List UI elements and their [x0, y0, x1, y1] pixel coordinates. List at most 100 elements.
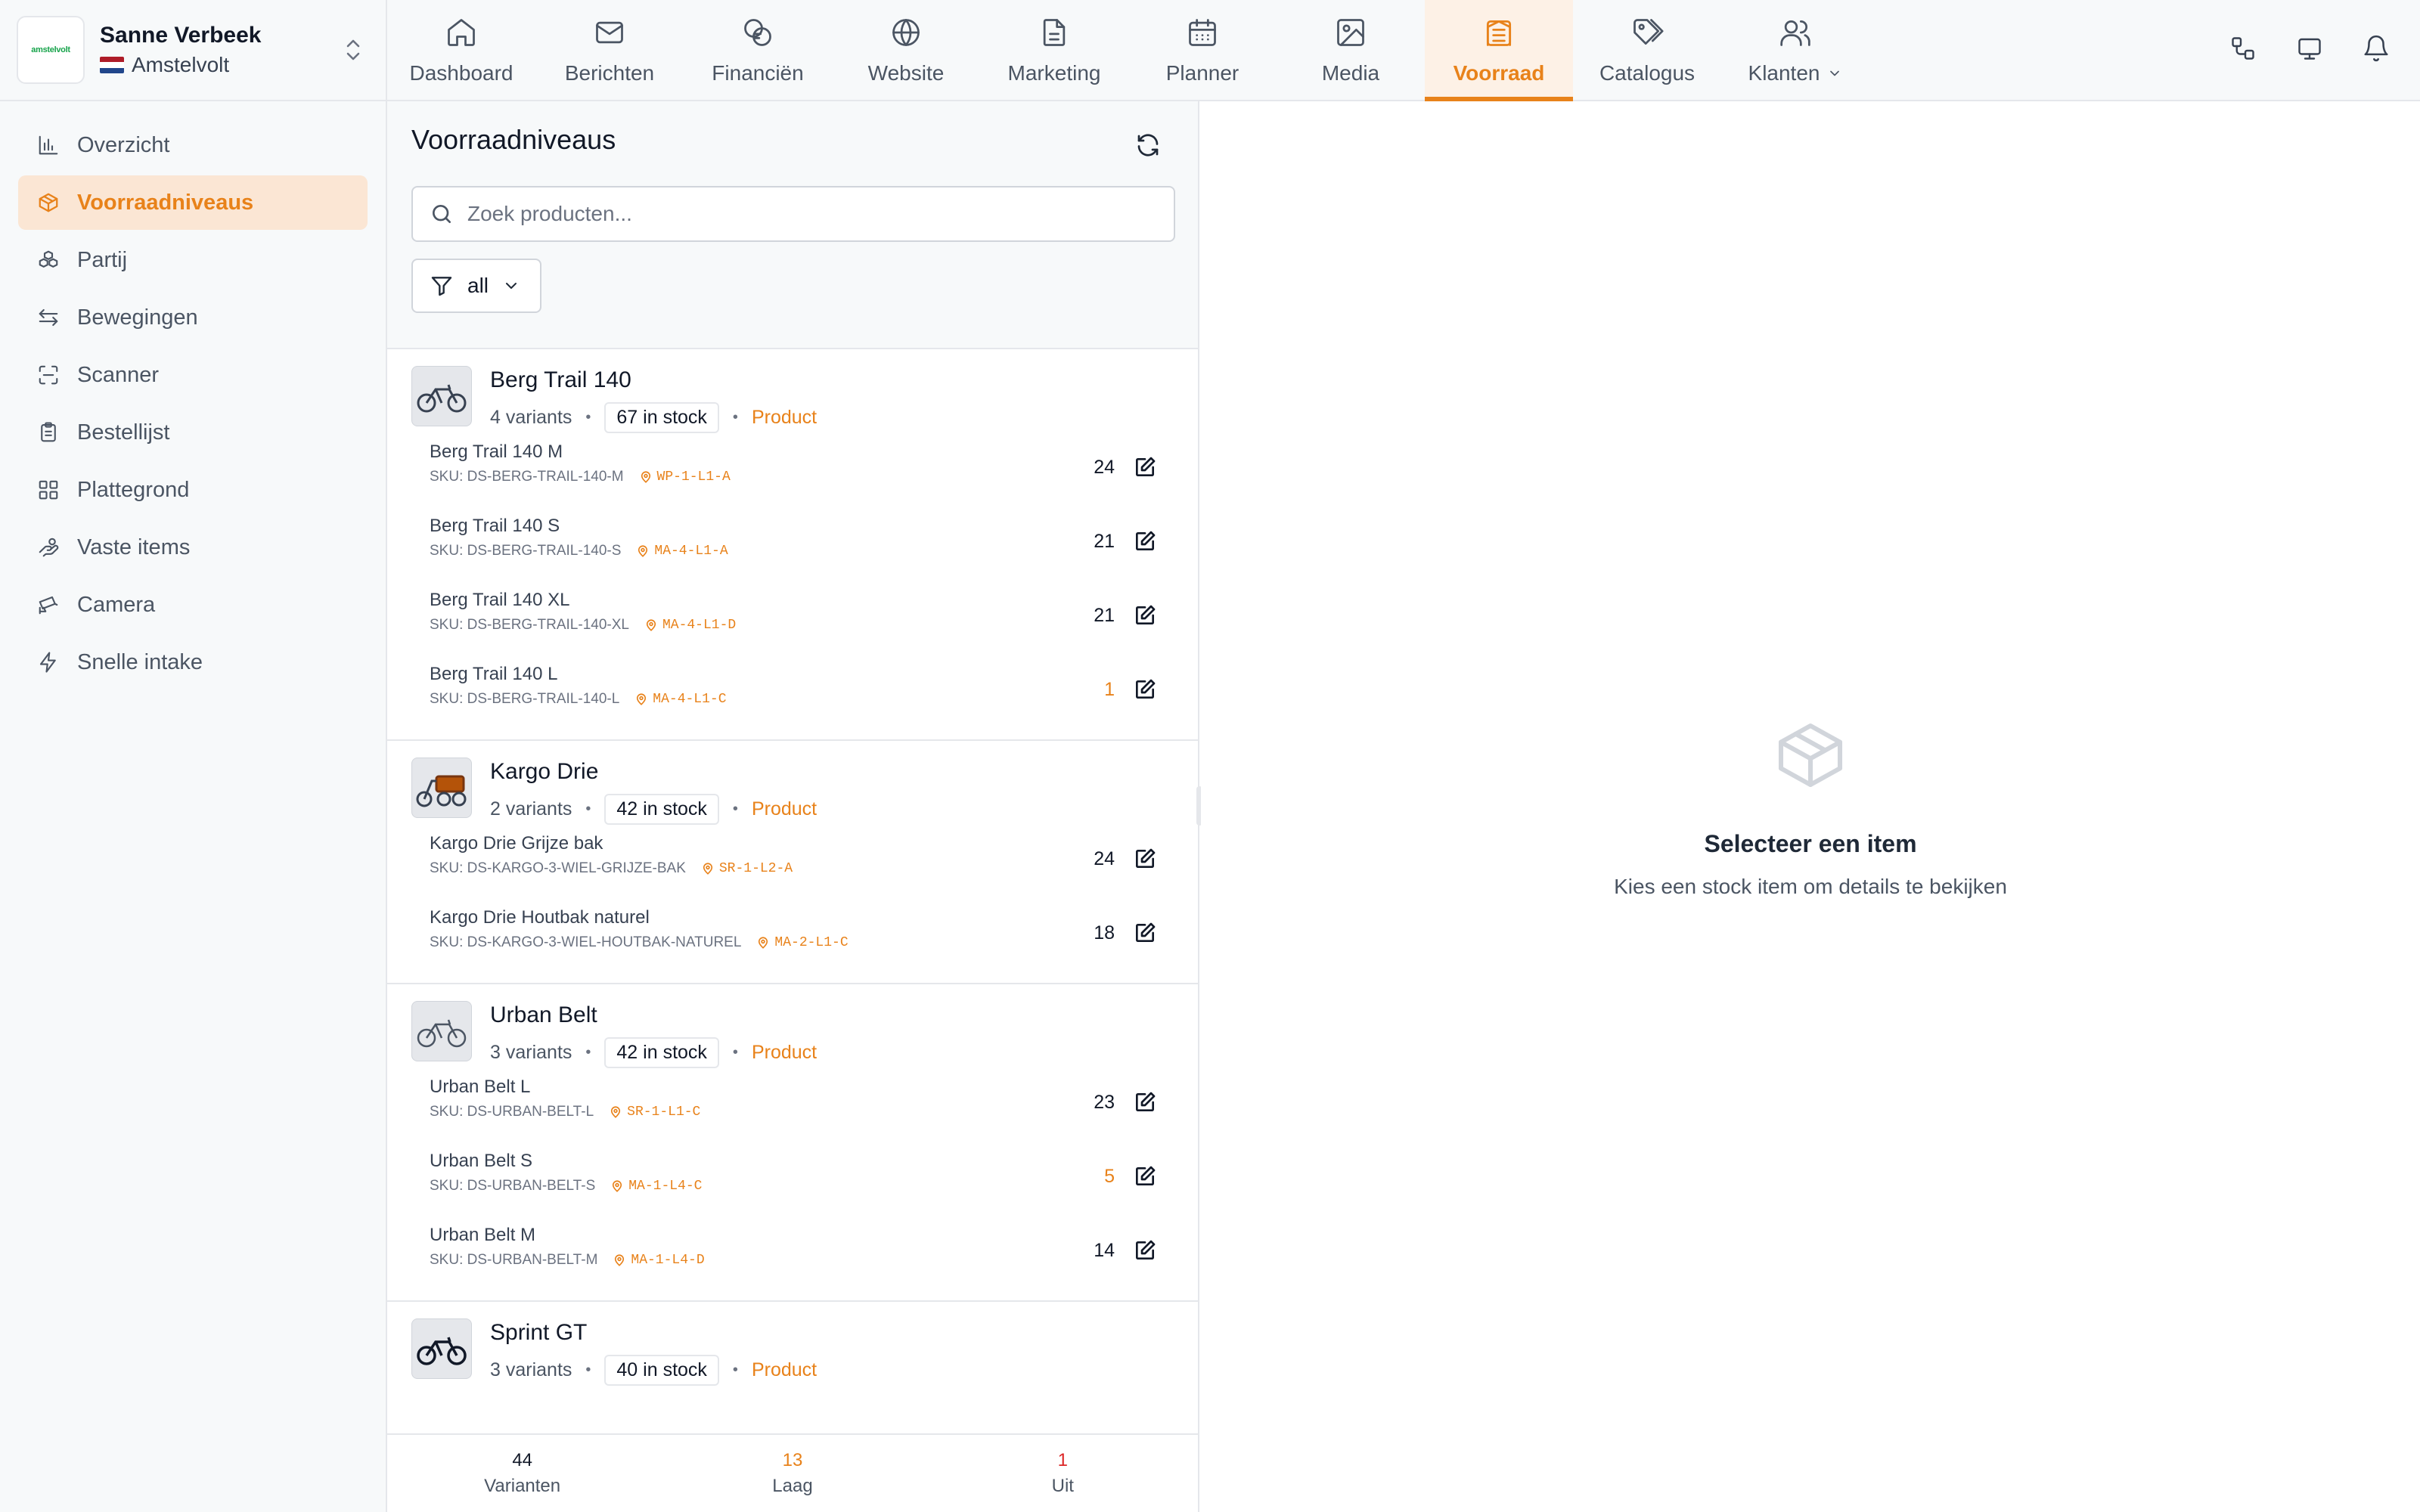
location-tag: MA-1-L4-D: [613, 1253, 705, 1268]
variant-row[interactable]: Berg Trail 140 M SKU: DS-BERG-TRAIL-140-…: [387, 429, 1199, 503]
company-logo: amstelvolt: [17, 16, 85, 84]
sidebar-item-snelle-intake[interactable]: Snelle intake: [18, 635, 368, 689]
search-input[interactable]: [467, 202, 1148, 226]
refresh-icon[interactable]: [1131, 129, 1165, 162]
tab-marketing[interactable]: Marketing: [980, 0, 1128, 100]
clipboard-icon: [36, 421, 60, 444]
sidebar-item-overzicht[interactable]: Overzicht: [18, 118, 368, 172]
chevrons-up-down-icon[interactable]: [343, 36, 363, 64]
location-tag: MA-2-L1-C: [756, 935, 849, 950]
mail-icon: [593, 14, 626, 51]
edit-icon[interactable]: [1130, 1235, 1160, 1266]
tab-label: Planner: [1165, 61, 1239, 85]
sidebar-item-bewegingen[interactable]: Bewegingen: [18, 290, 368, 345]
product-meta: 3 variants • 40 in stock • Product: [490, 1355, 817, 1386]
sidebar-item-plattegrond[interactable]: Plattegrond: [18, 463, 368, 517]
tab-dashboard[interactable]: Dashboard: [387, 0, 535, 100]
warehouse-icon: [1482, 14, 1516, 51]
variant-name: Berg Trail 140 XL: [430, 590, 570, 610]
tab-label: Financiën: [712, 61, 804, 85]
top-bar: amstelvolt Sanne Verbeek Amstelvolt Dash…: [0, 0, 2420, 101]
sidebar-item-bestellijst[interactable]: Bestellijst: [18, 405, 368, 460]
product-group: Sprint GT 3 variants • 40 in stock • Pro…: [387, 1302, 1199, 1396]
tab-planner[interactable]: Planner: [1128, 0, 1277, 100]
variant-quantity-low: 1: [1104, 679, 1115, 700]
product-header[interactable]: Berg Trail 140 4 variants • 67 in stock …: [387, 366, 1199, 433]
edit-icon[interactable]: [1130, 1087, 1160, 1117]
variant-row[interactable]: Berg Trail 140 L SKU: DS-BERG-TRAIL-140-…: [387, 652, 1199, 726]
sidebar-item-partij[interactable]: Partij: [18, 233, 368, 287]
variant-quantity: 18: [1094, 922, 1115, 943]
variant-quantity: 24: [1094, 848, 1115, 869]
account-switcher[interactable]: amstelvolt Sanne Verbeek Amstelvolt: [0, 0, 387, 100]
product-header[interactable]: Urban Belt 3 variants • 42 in stock • Pr…: [387, 1001, 1199, 1068]
hand-coins-icon: [36, 536, 60, 559]
monitor-icon[interactable]: [2293, 32, 2326, 65]
filter-dropdown[interactable]: all: [411, 259, 541, 313]
tab-catalogus[interactable]: Catalogus: [1573, 0, 1721, 100]
tab-berichten[interactable]: Berichten: [535, 0, 684, 100]
sidebar-item-voorraadniveaus[interactable]: Voorraadniveaus: [18, 175, 368, 230]
product-type: Product: [751, 1359, 818, 1380]
tab-website[interactable]: Website: [832, 0, 980, 100]
product-name: Urban Belt: [490, 1002, 597, 1027]
variant-row[interactable]: Kargo Drie Grijze bak SKU: DS-KARGO-3-WI…: [387, 821, 1199, 895]
variant-row[interactable]: Berg Trail 140 S SKU: DS-BERG-TRAIL-140-…: [387, 503, 1199, 578]
globe-icon: [889, 14, 923, 51]
product-name: Sprint GT: [490, 1320, 588, 1345]
tab-label: Catalogus: [1599, 61, 1696, 85]
image-icon: [1334, 14, 1367, 51]
location-code: MA-1-L4-C: [628, 1179, 703, 1194]
variant-row[interactable]: Urban Belt L SKU: DS-URBAN-BELT-L SR-1-L1…: [387, 1064, 1199, 1139]
empty-state-title: Selecteer een item: [1704, 830, 1917, 857]
variant-row[interactable]: Urban Belt M SKU: DS-URBAN-BELT-M MA-1-L4…: [387, 1213, 1199, 1287]
bell-icon[interactable]: [2360, 32, 2393, 65]
location-code: SR-1-L2-A: [718, 861, 793, 876]
tab-voorraad[interactable]: Voorraad: [1425, 0, 1573, 101]
tab-label: Voorraad: [1453, 61, 1545, 85]
summary-label: Uit: [1051, 1476, 1074, 1496]
sidebar-item-scanner[interactable]: Scanner: [18, 348, 368, 402]
tab-label: Berichten: [564, 61, 655, 85]
edit-icon[interactable]: [1130, 844, 1160, 874]
location-tag: SR-1-L1-C: [609, 1105, 700, 1120]
sidebar-item-vaste-items[interactable]: Vaste items: [18, 520, 368, 575]
edit-icon[interactable]: [1130, 600, 1160, 631]
box-icon: [36, 191, 60, 214]
tab-label: Dashboard: [409, 61, 513, 85]
edit-icon[interactable]: [1130, 452, 1160, 482]
map-pin-icon: [641, 471, 650, 483]
variant-row[interactable]: Urban Belt S SKU: DS-URBAN-BELT-S MA-1-L4…: [387, 1139, 1199, 1213]
zap-icon: [36, 651, 60, 674]
tab-klanten[interactable]: Klanten: [1721, 0, 1869, 100]
sidebar-item-camera[interactable]: Camera: [18, 578, 368, 632]
variant-meta: SKU: DS-BERG-TRAIL-140-L MA-4-L1-C: [430, 691, 1199, 708]
edit-icon[interactable]: [1130, 674, 1160, 705]
account-info: Sanne Verbeek Amstelvolt: [100, 23, 261, 77]
variant-row[interactable]: Kargo Drie Houtbak naturel SKU: DS-KARGO…: [387, 895, 1199, 969]
variant-row[interactable]: Berg Trail 140 XL SKU: DS-BERG-TRAIL-140…: [387, 578, 1199, 652]
summary-variants: 44 Varianten: [387, 1435, 657, 1512]
edit-icon[interactable]: [1130, 526, 1160, 556]
variant-name: Kargo Drie Houtbak naturel: [430, 907, 650, 928]
separator-dot: •: [732, 1044, 738, 1061]
empty-state-subtitle: Kies een stock item om details te bekijk…: [1614, 875, 2007, 898]
edit-icon[interactable]: [1130, 1161, 1160, 1191]
summary-label: Laag: [772, 1476, 813, 1496]
search-field[interactable]: [411, 186, 1175, 242]
page-title: Voorraadniveaus: [411, 124, 616, 155]
top-right-actions: [2226, 32, 2393, 65]
sidebar-item-label: Partij: [77, 247, 128, 272]
tab-media[interactable]: Media: [1277, 0, 1425, 100]
separator-dot: •: [585, 1044, 591, 1061]
product-type: Product: [751, 1042, 818, 1063]
tab-financien[interactable]: Financiën: [684, 0, 832, 100]
product-header[interactable]: Kargo Drie 2 variants • 42 in stock • Pr…: [387, 758, 1199, 825]
location-code: MA-1-L4-D: [631, 1253, 705, 1268]
edit-icon[interactable]: [1130, 918, 1160, 948]
product-info: Berg Trail 140 4 variants • 67 in stock …: [490, 366, 817, 433]
product-list: Berg Trail 140 4 variants • 67 in stock …: [387, 349, 1199, 1435]
separator-dot: •: [732, 1362, 738, 1378]
product-header[interactable]: Sprint GT 3 variants • 40 in stock • Pro…: [387, 1318, 1199, 1386]
workflow-icon[interactable]: [2226, 32, 2260, 65]
